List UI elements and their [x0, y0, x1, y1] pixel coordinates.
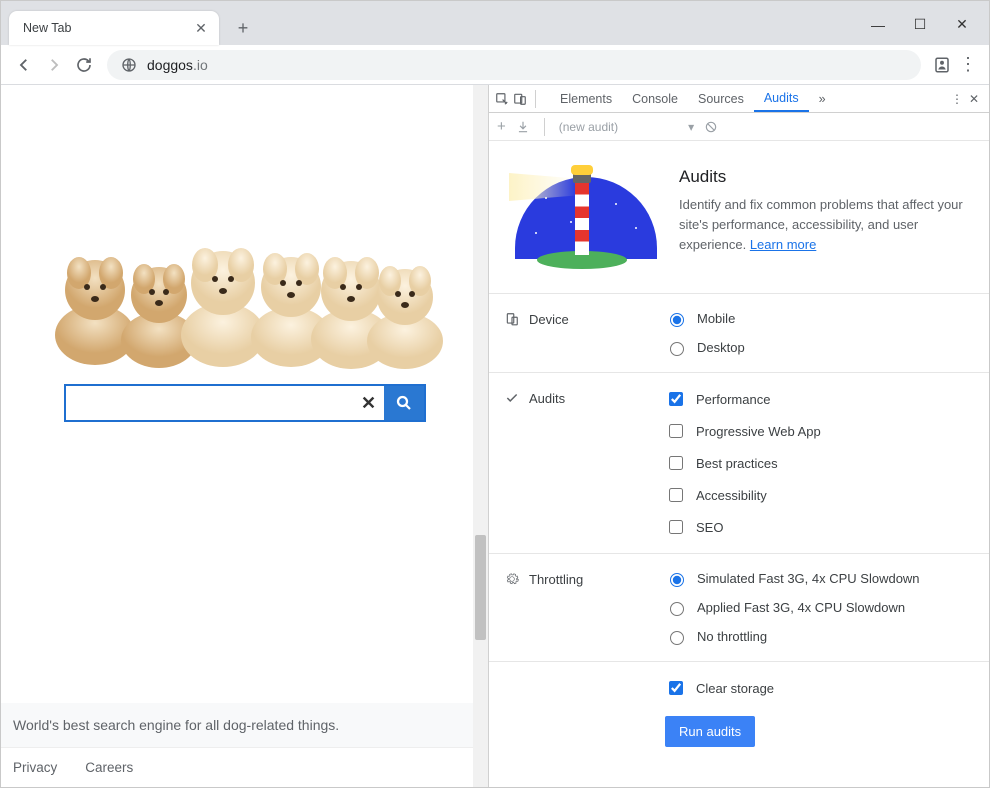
address-bar[interactable]: doggos.io: [107, 50, 921, 80]
section-audits: Audits Performance Progressive Web App B…: [489, 373, 989, 554]
audit-accessibility[interactable]: Accessibility: [665, 485, 971, 505]
tagline: World's best search engine for all dog-r…: [1, 703, 488, 747]
hero-image-puppies: [45, 195, 445, 370]
tagline-text: World's best search engine for all dog-r…: [13, 717, 339, 733]
content-row: ✕ World's best search engine for all dog…: [1, 85, 989, 787]
download-icon[interactable]: [516, 120, 530, 134]
footer-link-careers[interactable]: Careers: [85, 760, 133, 775]
tab-sources[interactable]: Sources: [688, 85, 754, 112]
device-icon: [505, 312, 519, 326]
kebab-menu-icon[interactable]: ⋮: [955, 52, 981, 78]
audit-select[interactable]: (new audit) ▾: [559, 120, 694, 134]
section-throttling: Throttling Simulated Fast 3G, 4x CPU Slo…: [489, 554, 989, 662]
device-label: Device: [529, 312, 569, 327]
audits-desc: Identify and fix common problems that af…: [679, 197, 963, 252]
back-button[interactable]: [9, 50, 39, 80]
lighthouse-illustration: [507, 167, 657, 267]
devtools-body: Audits Identify and fix common problems …: [489, 141, 989, 787]
browser-tab[interactable]: New Tab ✕: [9, 11, 219, 45]
section-run: Clear storage Run audits: [489, 662, 989, 763]
audits-hero: Audits Identify and fix common problems …: [489, 141, 989, 294]
new-audit-icon[interactable]: +: [497, 118, 506, 135]
throttle-none[interactable]: No throttling: [665, 628, 971, 645]
profile-button[interactable]: [929, 52, 955, 78]
reload-button[interactable]: [69, 50, 99, 80]
url-host: doggos: [147, 57, 193, 73]
globe-icon: [121, 57, 137, 73]
footer: Privacy Careers: [1, 747, 488, 787]
audit-seo[interactable]: SEO: [665, 517, 971, 537]
throttle-applied-fast-3g[interactable]: Applied Fast 3G, 4x CPU Slowdown: [665, 599, 971, 616]
check-icon: [505, 391, 519, 405]
page-viewport: ✕ World's best search engine for all dog…: [1, 85, 488, 787]
audit-bestpractices[interactable]: Best practices: [665, 453, 971, 473]
search-box: ✕: [64, 384, 426, 422]
audits-title: Audits: [679, 167, 971, 187]
tab-title: New Tab: [23, 21, 71, 35]
throttling-label: Throttling: [529, 572, 583, 587]
new-tab-button[interactable]: +: [229, 14, 257, 42]
audit-select-label: (new audit): [559, 120, 618, 134]
minimize-icon[interactable]: —: [869, 17, 887, 33]
device-option-mobile[interactable]: Mobile: [665, 310, 971, 327]
browser-toolbar: doggos.io ⋮: [1, 45, 989, 85]
run-audits-button[interactable]: Run audits: [665, 716, 755, 747]
window-controls: — ☐ ✕: [869, 16, 981, 45]
device-toolbar-icon[interactable]: [513, 92, 527, 106]
devtools-menu-icon[interactable]: ⋮: [951, 92, 963, 106]
clear-storage-checkbox[interactable]: Clear storage: [665, 678, 971, 698]
gear-icon: [505, 572, 519, 586]
close-icon[interactable]: ✕: [193, 20, 209, 36]
throttle-sim-fast-3g[interactable]: Simulated Fast 3G, 4x CPU Slowdown: [665, 570, 971, 587]
clear-icon[interactable]: ✕: [354, 386, 384, 420]
learn-more-link[interactable]: Learn more: [750, 237, 816, 252]
scrollbar-thumb[interactable]: [475, 535, 486, 640]
maximize-icon[interactable]: ☐: [911, 16, 929, 33]
inspect-element-icon[interactable]: [495, 92, 509, 106]
more-tabs-icon[interactable]: »: [809, 85, 836, 112]
search-input[interactable]: [66, 386, 354, 420]
devtools-subtoolbar: + (new audit) ▾: [489, 113, 989, 141]
audits-label: Audits: [529, 391, 565, 406]
page-hero: ✕: [1, 85, 488, 422]
forward-button[interactable]: [39, 50, 69, 80]
audit-performance[interactable]: Performance: [665, 389, 971, 409]
tab-audits[interactable]: Audits: [754, 85, 809, 112]
tab-console[interactable]: Console: [622, 85, 688, 112]
url-path: .io: [193, 57, 208, 73]
page-scrollbar[interactable]: [473, 85, 488, 787]
devtools-tabbar: Elements Console Sources Audits » ⋮ ✕: [489, 85, 989, 113]
audit-pwa[interactable]: Progressive Web App: [665, 421, 971, 441]
devtools-close-icon[interactable]: ✕: [969, 92, 979, 106]
audits-hero-text: Audits Identify and fix common problems …: [679, 167, 971, 267]
window-titlebar: New Tab ✕ + — ☐ ✕: [1, 1, 989, 45]
device-option-desktop[interactable]: Desktop: [665, 339, 971, 356]
footer-link-privacy[interactable]: Privacy: [13, 760, 57, 775]
devtools-panel: Elements Console Sources Audits » ⋮ ✕ + …: [488, 85, 989, 787]
chevron-down-icon: ▾: [688, 120, 694, 134]
search-button[interactable]: [384, 386, 424, 420]
tab-elements[interactable]: Elements: [550, 85, 622, 112]
clear-icon[interactable]: [704, 120, 718, 134]
section-device: Device Mobile Desktop: [489, 294, 989, 373]
close-window-icon[interactable]: ✕: [953, 16, 971, 33]
